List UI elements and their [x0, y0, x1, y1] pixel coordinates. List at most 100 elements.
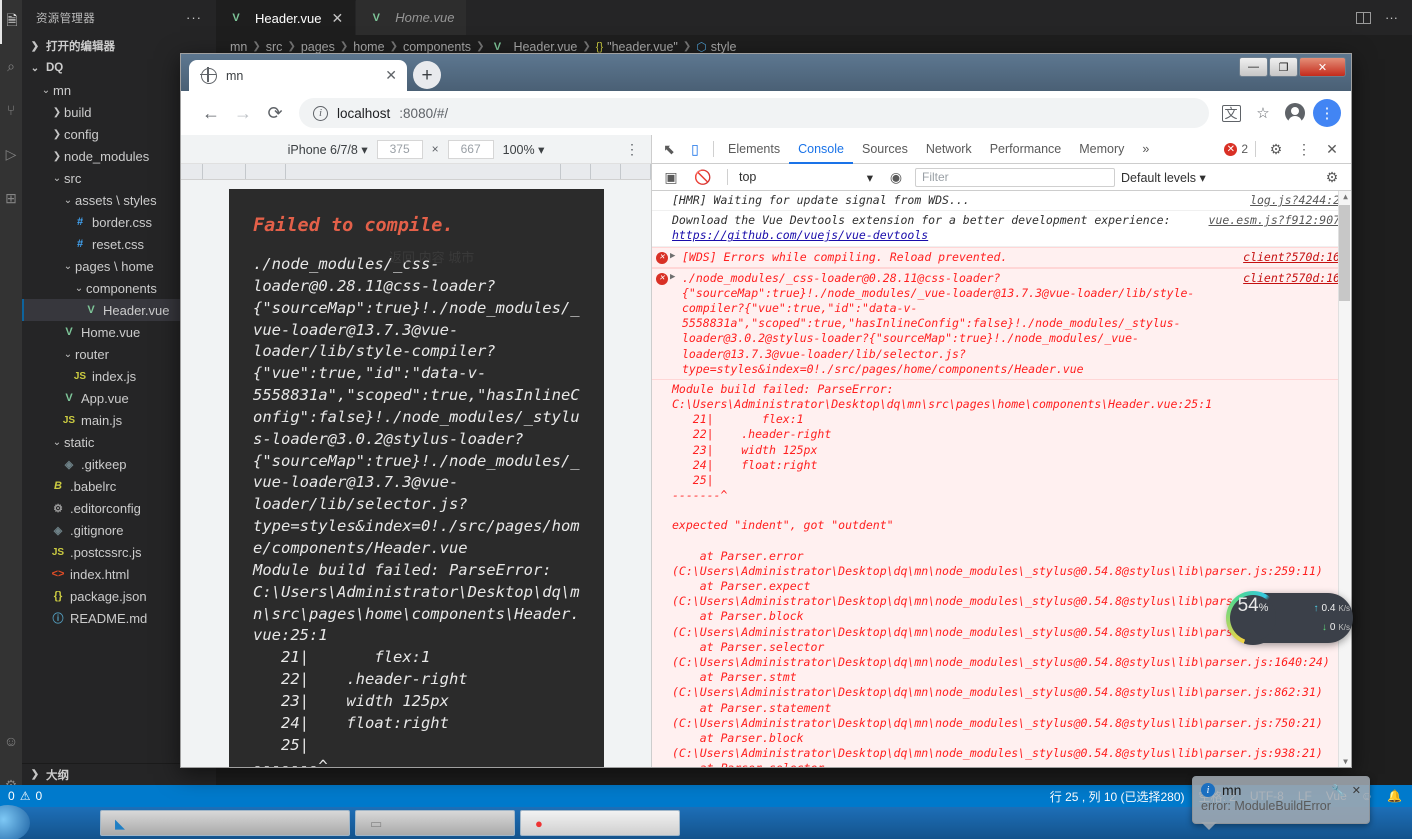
- toast-close-icon[interactable]: ✕: [1352, 784, 1361, 797]
- breadcrumb-item[interactable]: {} "header.vue": [596, 40, 678, 54]
- device-zoom-select[interactable]: 100% ▾: [503, 142, 545, 157]
- network-speed-widget[interactable]: 54% ↑ 0.4 K/s ↓ 0 K/s: [1226, 591, 1353, 645]
- tree-item-label: .gitignore: [70, 522, 124, 538]
- error-count-badge[interactable]: ✕ 2: [1224, 142, 1248, 156]
- tab-elements[interactable]: Elements: [719, 135, 789, 164]
- taskbar-item-1[interactable]: ◣: [100, 810, 350, 836]
- chrome-menu-icon[interactable]: ⋮: [1313, 99, 1341, 127]
- device-more-icon[interactable]: ⋮: [625, 141, 639, 158]
- vue-file-icon: V: [372, 11, 380, 24]
- taskbar-item-2[interactable]: ▭: [355, 810, 515, 836]
- devtools-close-icon[interactable]: ✕: [1319, 136, 1345, 162]
- console-message-source[interactable]: client?570d:161: [1233, 250, 1347, 265]
- breadcrumb-item[interactable]: pages: [301, 40, 335, 54]
- clear-console-icon[interactable]: 🚫: [690, 164, 716, 190]
- breadcrumb-item[interactable]: V Header.vue: [489, 40, 578, 54]
- tab-close-icon[interactable]: ✕: [332, 10, 344, 27]
- cursor-position[interactable]: 行 25 , 列 10 (已选择280): [1050, 788, 1185, 805]
- console-scrollbar[interactable]: ▲ ▼: [1338, 191, 1351, 767]
- search-icon[interactable]: ⌕: [0, 44, 22, 88]
- account-icon[interactable]: ☺: [0, 719, 22, 763]
- scroll-down-arrow-icon[interactable]: ▼: [1339, 756, 1351, 767]
- device-toolbar-toggle-icon[interactable]: ▯: [682, 136, 708, 162]
- page-info-icon[interactable]: i: [313, 105, 328, 121]
- console-message-source[interactable]: vue.esm.js?f912:9077: [1199, 213, 1347, 228]
- expand-triangle-icon[interactable]: ▶: [670, 251, 675, 263]
- devtools-settings-gear-icon[interactable]: ⚙: [1263, 136, 1289, 162]
- tab-sources[interactable]: Sources: [853, 135, 917, 164]
- console-link[interactable]: https://github.com/vuejs/vue-devtools: [672, 228, 928, 242]
- explorer-icon[interactable]: 🗎: [0, 0, 22, 44]
- device-width-input[interactable]: 375: [376, 139, 423, 159]
- close-button[interactable]: ✕: [1299, 57, 1346, 77]
- error-circle-icon: ✕: [1224, 142, 1238, 156]
- tab-close-icon[interactable]: ✕: [385, 67, 397, 84]
- symbol-cube-icon: ⬡: [696, 39, 707, 54]
- tab-console[interactable]: Console: [789, 135, 853, 164]
- url-path: :8080/#/: [399, 105, 449, 121]
- bookmark-star-icon[interactable]: ☆: [1249, 99, 1277, 127]
- device-ruler: [181, 164, 651, 180]
- workspace-root-label: DQ: [46, 62, 64, 74]
- console-output: [HMR] Waiting for update signal from WDS…: [652, 191, 1351, 767]
- console-sidebar-toggle-icon[interactable]: ▣: [658, 164, 684, 190]
- console-eye-icon[interactable]: ◉: [883, 164, 909, 190]
- file-type-icon: V: [65, 326, 73, 338]
- console-message[interactable]: [HMR] Waiting for update signal from WDS…: [652, 191, 1351, 212]
- console-message-text: [WDS] Errors while compiling. Reload pre…: [682, 249, 1008, 264]
- start-button[interactable]: [0, 805, 30, 839]
- profile-avatar-icon[interactable]: [1281, 99, 1309, 127]
- inspect-element-icon[interactable]: ⬉: [656, 136, 682, 162]
- chevron-right-icon: ❯: [30, 769, 40, 780]
- tab-header-vue[interactable]: V Header.vue ✕: [216, 0, 357, 35]
- tab-memory[interactable]: Memory: [1070, 135, 1133, 164]
- toast-settings-icon[interactable]: 🔧: [1331, 784, 1345, 797]
- console-settings-gear-icon[interactable]: ⚙: [1319, 164, 1345, 190]
- tab-performance[interactable]: Performance: [981, 135, 1071, 164]
- editor-more-icon[interactable]: ···: [1385, 10, 1398, 25]
- status-problems[interactable]: 0 ⚠ 0: [0, 789, 42, 803]
- notifications-bell-icon[interactable]: 🔔: [1387, 789, 1402, 803]
- new-tab-button[interactable]: +: [413, 61, 441, 89]
- console-message[interactable]: Module build failed: ParseError: C:\User…: [652, 379, 1351, 767]
- split-editor-icon[interactable]: [1356, 11, 1371, 24]
- forward-button[interactable]: →: [227, 97, 259, 129]
- minimize-button[interactable]: —: [1239, 57, 1268, 77]
- breadcrumb-item[interactable]: src: [266, 40, 283, 54]
- browser-tab[interactable]: mn ✕: [189, 60, 407, 91]
- translate-icon[interactable]: 文: [1217, 99, 1245, 127]
- breadcrumb-item[interactable]: home: [353, 40, 384, 54]
- console-filter-input[interactable]: Filter: [915, 167, 1115, 187]
- console-scroll-thumb[interactable]: [1339, 205, 1350, 301]
- breadcrumb-label: components: [402, 39, 472, 54]
- tabs-overflow-icon[interactable]: »: [1133, 135, 1158, 164]
- notification-toast[interactable]: i mn 🔧 ✕ error: ModuleBuildError: [1192, 776, 1370, 830]
- tab-network[interactable]: Network: [917, 135, 981, 164]
- console-message-source[interactable]: log.js?4244:23: [1240, 193, 1347, 208]
- run-debug-icon[interactable]: ▷: [0, 132, 22, 176]
- taskbar-item-3[interactable]: ●: [520, 810, 680, 836]
- address-bar[interactable]: i localhost:8080/#/: [299, 98, 1209, 128]
- scroll-up-arrow-icon[interactable]: ▲: [1339, 191, 1351, 204]
- back-button[interactable]: ←: [195, 97, 227, 129]
- console-message[interactable]: ✕ ▶ [WDS] Errors while compiling. Reload p…: [652, 246, 1351, 268]
- source-control-icon[interactable]: ⑂: [0, 88, 22, 132]
- device-height-input[interactable]: 667: [447, 139, 494, 159]
- console-context-select[interactable]: top ▾: [739, 170, 877, 185]
- tree-item-label: Home.vue: [81, 324, 141, 340]
- console-message[interactable]: ✕ ▶ ./node_modules/_css-loader@0.28.11@css…: [652, 267, 1351, 380]
- maximize-button[interactable]: ❐: [1269, 57, 1298, 77]
- devtools-more-icon[interactable]: ⋮: [1291, 136, 1317, 162]
- tab-home-vue[interactable]: V Home.vue: [356, 0, 468, 35]
- reload-button[interactable]: ⟳: [259, 97, 291, 129]
- device-select[interactable]: iPhone 6/7/8 ▾: [288, 142, 368, 157]
- extensions-icon[interactable]: ⊞: [0, 176, 22, 220]
- console-levels-select[interactable]: Default levels ▾: [1121, 170, 1206, 185]
- explorer-more-icon[interactable]: ···: [186, 10, 202, 25]
- console-message[interactable]: Download the Vue Devtools extension for …: [652, 211, 1351, 247]
- expand-triangle-icon[interactable]: ▶: [670, 272, 675, 284]
- breadcrumb-item[interactable]: ⬡ style: [696, 40, 736, 54]
- breadcrumb-item[interactable]: mn: [230, 40, 247, 54]
- console-message-source[interactable]: client?570d:167: [1233, 271, 1347, 286]
- breadcrumb-item[interactable]: components: [403, 40, 471, 54]
